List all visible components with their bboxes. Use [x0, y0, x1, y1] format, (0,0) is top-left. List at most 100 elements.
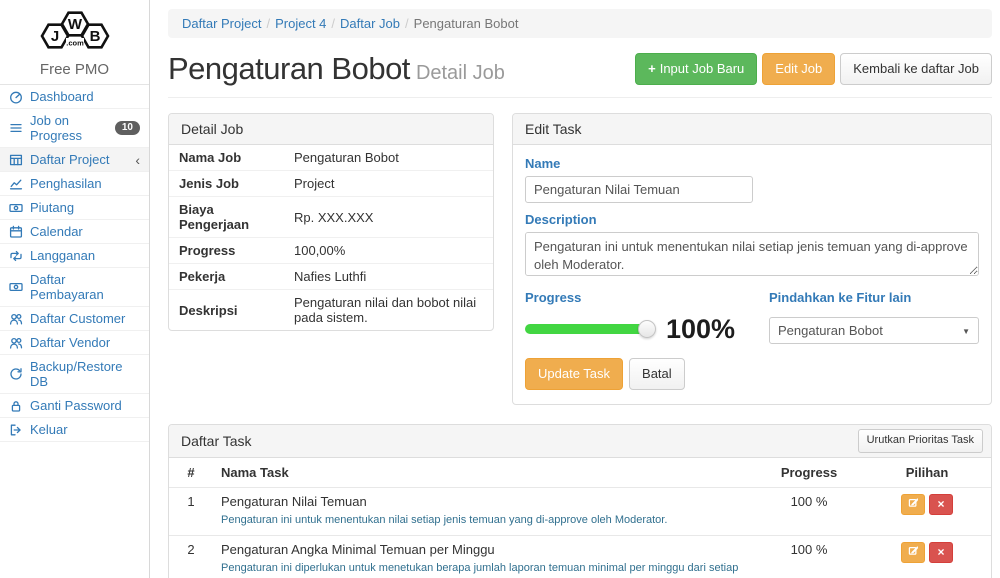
update-task-button[interactable]: Update Task — [525, 358, 623, 390]
sidebar-item-label: Keluar — [30, 422, 68, 437]
edit-task-form: Name Description Pengaturan ini untuk me… — [513, 145, 991, 404]
sidebar-item-label: Daftar Pembayaran — [30, 272, 140, 302]
calendar-icon — [9, 225, 23, 239]
progress-slider[interactable] — [525, 324, 648, 334]
sidebar-item-label: Dashboard — [30, 89, 94, 104]
column-header-pilihan: Pilihan — [863, 458, 991, 488]
task-name-input[interactable] — [525, 176, 753, 203]
input-job-baru-button[interactable]: +Input Job Baru — [635, 53, 757, 85]
users-icon — [9, 336, 23, 350]
task-table: # Nama Task Progress Pilihan 1 Pengatura… — [169, 458, 991, 578]
detail-value: Nafies Luthfi — [284, 264, 493, 290]
sidebar-item-keluar[interactable]: Keluar — [0, 418, 149, 442]
sidebar-item-daftar-pembayaran[interactable]: Daftar Pembayaran — [0, 268, 149, 307]
task-progress: 100 % — [755, 487, 863, 535]
urutkan-prioritas-task-button-top[interactable]: Urutkan Prioritas Task — [858, 429, 983, 452]
task-description-textarea[interactable]: Pengaturan ini untuk menentukan nilai se… — [525, 232, 979, 276]
sidebar-item-label: Calendar — [30, 224, 83, 239]
page-header: Pengaturan BobotDetail Job +Input Job Ba… — [168, 51, 992, 98]
sidebar-item-calendar[interactable]: Calendar — [0, 220, 149, 244]
logo-block: J W B .com Free PMO — [0, 0, 149, 85]
move-feature-label: Pindahkan ke Fitur lain — [769, 290, 979, 305]
sidebar-item-label: Daftar Project — [30, 152, 109, 167]
sidebar-item-penghasilan[interactable]: Penghasilan — [0, 172, 149, 196]
table-icon — [9, 153, 23, 167]
detail-value: Project — [284, 171, 493, 197]
sidebar-menu: Dashboard Job on Progress 10 Daftar Proj… — [0, 85, 149, 442]
task-name: Pengaturan Nilai Temuan — [221, 494, 747, 509]
name-label: Name — [525, 156, 979, 171]
plus-icon: + — [648, 61, 656, 76]
sign-out-icon — [9, 423, 23, 437]
sidebar-item-label: Daftar Customer — [30, 311, 125, 326]
task-actions: × — [863, 535, 991, 578]
detail-label: Jenis Job — [169, 171, 284, 197]
sidebar-item-label: Daftar Vendor — [30, 335, 110, 350]
progress-label: Progress — [525, 290, 735, 305]
sidebar-item-dashboard[interactable]: Dashboard — [0, 85, 149, 109]
progress-column: Progress 100% — [525, 281, 735, 344]
delete-task-button[interactable]: × — [929, 542, 953, 563]
detail-label: Biaya Pengerjaan — [169, 197, 284, 238]
breadcrumb-separator: / — [261, 16, 275, 31]
breadcrumb-link-project-4[interactable]: Project 4 — [275, 16, 326, 31]
detail-job-panel: Detail Job Nama JobPengaturan Bobot Jeni… — [168, 113, 494, 331]
delete-task-button[interactable]: × — [929, 494, 953, 515]
task-name-cell: Pengaturan Angka Minimal Temuan per Ming… — [213, 535, 755, 578]
retweet-icon — [9, 249, 23, 263]
detail-value: Pengaturan Bobot — [284, 145, 493, 171]
daftar-task-panel: Daftar Task Urutkan Prioritas Task # Nam… — [168, 424, 992, 578]
table-row: PekerjaNafies Luthfi — [169, 264, 493, 290]
breadcrumb: Daftar Project/Project 4/Daftar Job/Peng… — [168, 9, 992, 38]
edit-task-buttons: Update Task Batal — [525, 358, 979, 390]
job-count-badge: 10 — [115, 121, 140, 135]
lock-icon — [9, 399, 23, 413]
batal-button[interactable]: Batal — [629, 358, 685, 390]
detail-value: 100,00% — [284, 238, 493, 264]
edit-job-button[interactable]: Edit Job — [762, 53, 835, 85]
task-progress: 100 % — [755, 535, 863, 578]
sidebar-item-label: Ganti Password — [30, 398, 122, 413]
page-subtitle: Detail Job — [416, 62, 505, 84]
kembali-ke-daftar-job-button[interactable]: Kembali ke daftar Job — [840, 53, 992, 85]
detail-label: Progress — [169, 238, 284, 264]
detail-label: Nama Job — [169, 145, 284, 171]
progress-slider-handle[interactable] — [638, 320, 656, 338]
detail-job-panel-title: Detail Job — [169, 114, 493, 145]
sidebar-item-daftar-customer[interactable]: Daftar Customer — [0, 307, 149, 331]
breadcrumb-link-daftar-project[interactable]: Daftar Project — [182, 16, 261, 31]
task-name-cell: Pengaturan Nilai Temuan Pengaturan ini u… — [213, 487, 755, 535]
move-feature-select[interactable]: Pengaturan Bobot — [769, 317, 979, 344]
progress-slider-row: 100% — [525, 317, 735, 341]
edit-task-panel-title: Edit Task — [513, 114, 991, 145]
sidebar: J W B .com Free PMO Dashboard Job on Pro… — [0, 0, 150, 578]
line-chart-icon — [9, 177, 23, 191]
logo-letter-w: W — [67, 16, 82, 33]
main-content: Daftar Project/Project 4/Daftar Job/Peng… — [150, 0, 1000, 578]
dashboard-icon — [9, 90, 23, 104]
sidebar-item-job-on-progress[interactable]: Job on Progress 10 — [0, 109, 149, 148]
edit-task-button[interactable] — [901, 542, 925, 563]
breadcrumb-link-daftar-job[interactable]: Daftar Job — [340, 16, 400, 31]
move-feature-select-wrap: Pengaturan Bobot ▼ — [769, 317, 979, 344]
column-header-number: # — [169, 458, 213, 488]
list-icon — [9, 121, 23, 135]
sidebar-item-daftar-vendor[interactable]: Daftar Vendor — [0, 331, 149, 355]
sidebar-item-backup-restore[interactable]: Backup/Restore DB — [0, 355, 149, 394]
breadcrumb-separator: / — [326, 16, 340, 31]
edit-task-button[interactable] — [901, 494, 925, 515]
table-row: 2 Pengaturan Angka Minimal Temuan per Mi… — [169, 535, 991, 578]
daftar-task-heading: Daftar Task Urutkan Prioritas Task — [169, 425, 991, 457]
daftar-task-title: Daftar Task — [181, 433, 252, 449]
breadcrumb-separator: / — [400, 16, 414, 31]
page-title: Pengaturan BobotDetail Job — [168, 51, 505, 87]
sidebar-item-langganan[interactable]: Langganan — [0, 244, 149, 268]
task-number: 2 — [169, 535, 213, 578]
description-label: Description — [525, 212, 979, 227]
refresh-icon — [9, 367, 23, 381]
sidebar-item-ganti-password[interactable]: Ganti Password — [0, 394, 149, 418]
task-number: 1 — [169, 487, 213, 535]
sidebar-item-daftar-project[interactable]: Daftar Project ‹ — [0, 148, 149, 172]
logo-letter-j: J — [50, 28, 58, 45]
sidebar-item-piutang[interactable]: Piutang — [0, 196, 149, 220]
